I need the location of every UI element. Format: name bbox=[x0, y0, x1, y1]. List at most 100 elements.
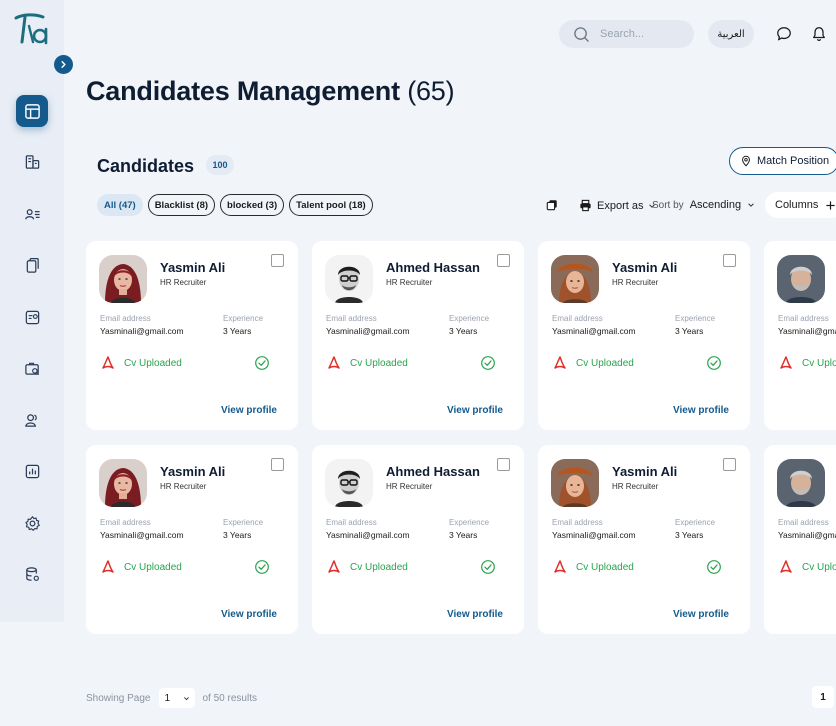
filter-chip-blacklist[interactable]: Blacklist (8) bbox=[147, 194, 216, 216]
sidebar-item-reports[interactable] bbox=[16, 456, 48, 488]
pdf-icon bbox=[326, 559, 342, 575]
sidebar-item-documents[interactable] bbox=[16, 250, 48, 282]
experience-value: 3 Years bbox=[223, 530, 252, 540]
sidebar-item-users[interactable] bbox=[16, 404, 48, 436]
view-profile-link[interactable]: View profile bbox=[673, 405, 729, 416]
sidebar-item-settings[interactable] bbox=[16, 507, 48, 539]
candidate-card[interactable]: Ahmed Hassan HR Recruiter Email address Yas… bbox=[312, 445, 524, 634]
candidate-select-checkbox[interactable] bbox=[271, 458, 284, 471]
sidebar-item-jobs[interactable] bbox=[16, 353, 48, 385]
candidate-select-checkbox[interactable] bbox=[497, 254, 510, 267]
view-profile-link[interactable]: View profile bbox=[447, 609, 503, 620]
check-circle-icon bbox=[706, 559, 722, 575]
candidate-avatar bbox=[325, 255, 373, 303]
page-select-value: 1 bbox=[164, 692, 171, 704]
filter-chip-talent-pool[interactable]: Talent pool (18) bbox=[289, 194, 373, 216]
messages-button[interactable] bbox=[774, 24, 794, 44]
candidate-select-checkbox[interactable] bbox=[497, 458, 510, 471]
email-value: Yasminali@gmail.com bbox=[100, 530, 184, 540]
candidate-card[interactable]: Ahmed Hassan HR Recruiter Email address Yas… bbox=[312, 241, 524, 430]
cv-status: Cv Uploaded bbox=[576, 358, 634, 369]
candidate-avatar bbox=[99, 255, 147, 303]
sidebar-nav bbox=[16, 95, 48, 610]
email-value: Yasminali@gmail.com bbox=[326, 530, 410, 540]
page-title: Candidates Management (65) bbox=[86, 76, 455, 107]
columns-button[interactable]: Columns bbox=[765, 192, 836, 218]
candidate-card[interactable]: Email address Yasminali@gmail.com Cv Uploa… bbox=[764, 241, 836, 430]
sidebar-item-dashboard[interactable] bbox=[16, 95, 48, 127]
results-label: of 50 results bbox=[202, 692, 257, 704]
experience-label: Experience bbox=[675, 518, 716, 527]
candidate-name: Yasmin Ali bbox=[160, 260, 226, 275]
experience-label: Experience bbox=[449, 518, 490, 527]
candidate-select-checkbox[interactable] bbox=[271, 254, 284, 267]
sidebar-toggle-button[interactable] bbox=[54, 55, 73, 74]
printer-icon bbox=[580, 199, 591, 212]
page-select[interactable]: 1 bbox=[158, 688, 195, 708]
notifications-button[interactable] bbox=[809, 24, 829, 44]
cv-status: Cv Uploaded bbox=[124, 562, 182, 573]
pdf-icon bbox=[100, 355, 116, 371]
match-position-button[interactable]: Match Position bbox=[729, 147, 836, 175]
experience-value: 3 Years bbox=[449, 326, 478, 336]
check-circle-icon bbox=[480, 559, 496, 575]
view-profile-link[interactable]: View profile bbox=[447, 405, 503, 416]
email-value: Yasminali@gmail.com bbox=[778, 326, 836, 336]
experience-value: 3 Years bbox=[675, 530, 704, 540]
assessment-icon bbox=[25, 310, 39, 324]
sort-dropdown[interactable]: Sort by Ascending bbox=[652, 199, 755, 211]
candidate-avatar bbox=[777, 459, 825, 507]
sidebar-item-organization[interactable] bbox=[16, 147, 48, 179]
email-value: Yasminali@gmail.com bbox=[552, 326, 636, 336]
candidate-card[interactable]: Yasmin Ali HR Recruiter Email address Yasmi… bbox=[86, 445, 298, 634]
export-dropdown[interactable]: Export as bbox=[579, 199, 656, 212]
candidates-grid: Yasmin Ali HR Recruiter Email address Yasmi… bbox=[86, 241, 836, 635]
pdf-icon bbox=[778, 559, 794, 575]
sidebar-item-assessments[interactable] bbox=[16, 301, 48, 333]
language-toggle-button[interactable]: العربية bbox=[708, 20, 754, 48]
dashboard-icon bbox=[24, 103, 40, 119]
filter-chip-blocked[interactable]: blocked (3) bbox=[220, 194, 285, 216]
candidate-card[interactable]: Yasmin Ali HR Recruiter Email address Yasmi… bbox=[86, 241, 298, 430]
view-profile-link[interactable]: View profile bbox=[673, 609, 729, 620]
copy-icon[interactable] bbox=[546, 199, 558, 211]
cv-status: Cv Uploaded bbox=[350, 358, 408, 369]
export-label: Export as bbox=[597, 199, 644, 212]
candidate-card[interactable]: Yasmin Ali HR Recruiter Email address Yasmi… bbox=[538, 241, 750, 430]
section-title: Candidates bbox=[97, 156, 195, 176]
candidate-select-checkbox[interactable] bbox=[723, 254, 736, 267]
filter-chips: All (47) Blacklist (8) blocked (3) Talen… bbox=[97, 194, 373, 216]
candidate-avatar bbox=[325, 459, 373, 507]
chevron-down-icon bbox=[748, 203, 754, 207]
pdf-icon bbox=[778, 355, 794, 371]
cv-status: Cv Uploaded bbox=[802, 358, 836, 369]
candidate-card[interactable]: Email address Yasminali@gmail.com Cv Uploa… bbox=[764, 445, 836, 634]
candidate-avatar bbox=[99, 459, 147, 507]
email-label: Email address bbox=[552, 518, 603, 527]
reports-icon bbox=[25, 464, 39, 479]
email-label: Email address bbox=[778, 314, 829, 323]
check-circle-icon bbox=[254, 559, 270, 575]
candidate-select-checkbox[interactable] bbox=[723, 458, 736, 471]
filter-chip-all[interactable]: All (47) bbox=[97, 194, 143, 216]
cv-status: Cv Uploaded bbox=[802, 562, 836, 573]
experience-label: Experience bbox=[223, 518, 264, 527]
sidebar-item-candidates[interactable] bbox=[16, 198, 48, 230]
view-profile-link[interactable]: View profile bbox=[221, 405, 277, 416]
email-label: Email address bbox=[326, 314, 377, 323]
toolbar-icons bbox=[546, 199, 558, 211]
showing-page-label: Showing Page bbox=[86, 692, 151, 704]
match-position-label: Match Position bbox=[757, 155, 830, 167]
search-input[interactable] bbox=[600, 28, 685, 40]
pdf-icon bbox=[552, 559, 568, 575]
view-profile-link[interactable]: View profile bbox=[221, 609, 277, 620]
candidate-card[interactable]: Yasmin Ali HR Recruiter Email address Yasmi… bbox=[538, 445, 750, 634]
sidebar-item-database[interactable] bbox=[16, 559, 48, 591]
email-label: Email address bbox=[552, 314, 603, 323]
page-button-1[interactable]: 1 bbox=[812, 686, 834, 708]
cv-status: Cv Uploaded bbox=[576, 562, 634, 573]
search-box[interactable] bbox=[559, 20, 694, 48]
search-icon bbox=[574, 26, 589, 42]
app-logo[interactable] bbox=[13, 12, 49, 46]
experience-label: Experience bbox=[675, 314, 716, 323]
